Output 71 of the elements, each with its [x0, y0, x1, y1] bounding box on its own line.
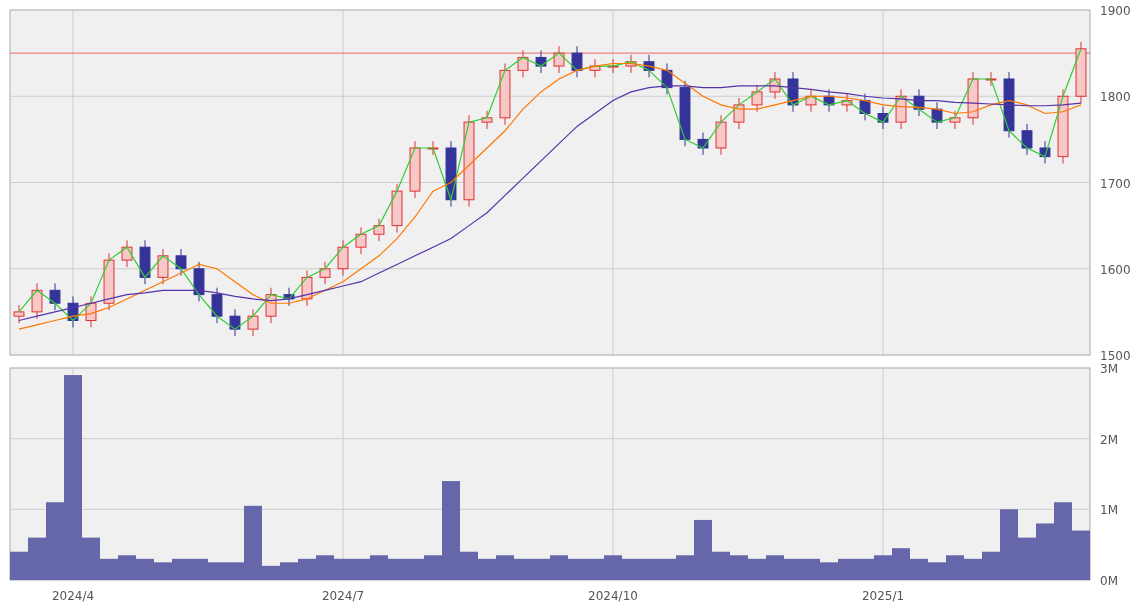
candlestick — [643, 54, 655, 78]
candlestick — [247, 308, 259, 337]
candlestick — [193, 261, 205, 302]
candlestick — [391, 183, 403, 233]
candlestick — [517, 50, 529, 78]
candlestick — [49, 282, 61, 311]
candlestick — [373, 218, 385, 242]
candlestick — [679, 80, 691, 147]
candlestick — [481, 110, 493, 130]
candlestick — [355, 226, 367, 255]
candlestick — [769, 71, 781, 100]
candlestick — [805, 88, 817, 113]
candlestick — [121, 239, 133, 268]
candlestick — [211, 287, 223, 324]
axis-label: 2024/4 — [51, 589, 95, 603]
candlestick — [139, 239, 151, 285]
candlestick — [85, 295, 97, 328]
candlestick — [13, 304, 25, 324]
candlestick — [175, 248, 187, 277]
candlestick — [1039, 140, 1051, 164]
axis-label: 1500 — [1100, 349, 1131, 362]
candlestick — [877, 106, 889, 130]
candlestick — [931, 101, 943, 130]
candlestick — [697, 132, 709, 156]
axis-label: 0M — [1100, 574, 1118, 588]
candlestick — [1003, 71, 1015, 139]
axis-label: 3M — [1100, 362, 1118, 376]
candlestick — [715, 114, 727, 156]
candlestick — [787, 71, 799, 113]
candlestick — [1021, 123, 1033, 156]
candlestick — [283, 287, 295, 307]
candlestick — [1075, 41, 1087, 104]
candlestick — [733, 97, 745, 130]
candlestick — [427, 140, 439, 156]
candlestick — [841, 93, 853, 113]
axis-label: 1900 — [1100, 4, 1131, 18]
candlestick — [337, 239, 349, 277]
candlestick — [913, 88, 925, 117]
axis-label: 2024/7 — [321, 589, 365, 603]
candlestick — [67, 295, 79, 328]
axis-label: 2025/1 — [861, 589, 905, 603]
candlestick — [895, 88, 907, 130]
candlestick — [157, 248, 169, 285]
axis-label: 1M — [1100, 503, 1118, 518]
candlestick — [499, 62, 511, 126]
axis-label: 2024/10 — [588, 589, 638, 603]
candlestick — [625, 54, 637, 74]
candlestick — [409, 140, 421, 199]
candlestick — [985, 71, 997, 87]
candlestick — [661, 62, 673, 96]
candlestick — [589, 58, 601, 78]
candlestick — [301, 270, 313, 307]
candlestick — [553, 45, 565, 74]
candlestick — [859, 93, 871, 121]
candlestick — [751, 84, 763, 113]
candlestick — [103, 252, 115, 311]
candlestick — [265, 287, 277, 324]
candlestick — [823, 88, 835, 113]
candlestick — [535, 50, 547, 74]
axis-label: 1800 — [1100, 90, 1131, 105]
axis-label: 1600 — [1100, 262, 1131, 277]
axis-label: 1700 — [1100, 176, 1131, 191]
candlestick — [949, 110, 961, 130]
candlestick — [31, 282, 43, 320]
candlestick — [607, 58, 619, 74]
candlestick — [445, 140, 457, 208]
candlestick — [319, 261, 331, 285]
axis-label: 2M — [1100, 432, 1118, 447]
candlestick — [967, 71, 979, 126]
candlestick — [571, 45, 583, 78]
candlestick — [229, 308, 241, 337]
